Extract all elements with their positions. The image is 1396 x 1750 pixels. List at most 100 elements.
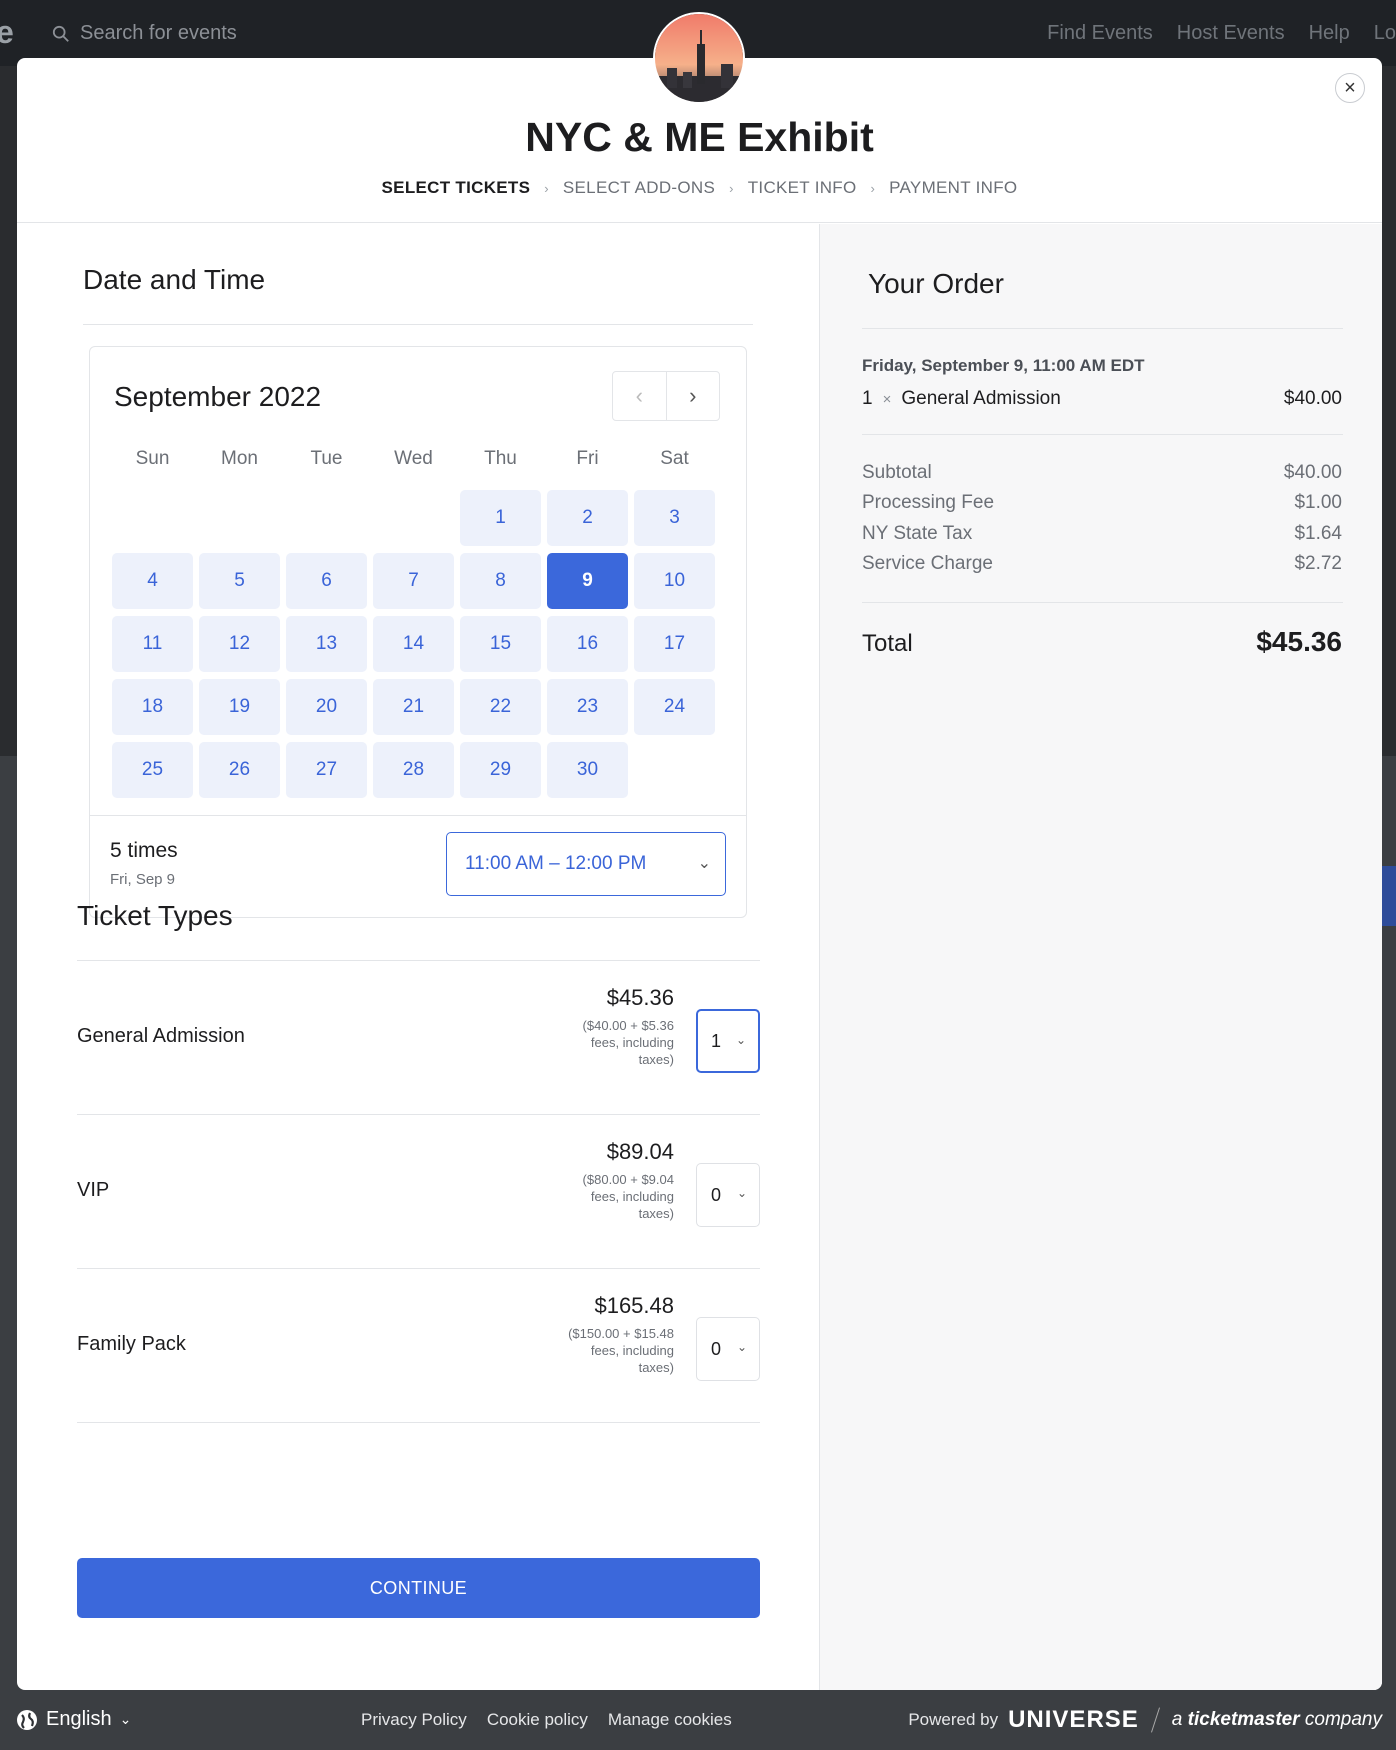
calendar-day[interactable]: 15	[460, 616, 541, 672]
calendar-day[interactable]: 12	[199, 616, 280, 672]
calendar-day[interactable]: 18	[112, 679, 193, 735]
calendar-day[interactable]: 27	[286, 742, 367, 798]
chevron-down-icon: ⌄	[735, 1033, 746, 1047]
calendar-day[interactable]: 2	[547, 490, 628, 546]
step-ticket-info: TICKET INFO	[747, 178, 857, 197]
quantity-select[interactable]: 1 ⌄	[696, 1009, 760, 1073]
fee-value: $2.72	[1294, 553, 1342, 574]
calendar-day[interactable]: 3	[634, 490, 715, 546]
ticket-price: $45.36	[606, 985, 674, 1010]
order-line-item: 1 × General Admission $40.00	[862, 388, 1342, 410]
close-icon: ×	[1344, 76, 1356, 99]
ticket-name: General Admission	[77, 1025, 245, 1047]
chevron-down-icon: ⌄	[736, 1340, 747, 1354]
ticket-fee-note: ($150.00 + $15.48 fees, including taxes)	[568, 1326, 674, 1375]
calendar-day[interactable]: 6	[286, 553, 367, 609]
chevron-down-icon: ⌄	[736, 1186, 747, 1200]
calendar-day[interactable]: 16	[547, 616, 628, 672]
calendar-empty-cell	[373, 490, 454, 546]
company-prefix: a	[1171, 1709, 1183, 1730]
fee-row: NY State Tax $1.64	[862, 523, 1342, 545]
ticket-types-heading: Ticket Types	[77, 900, 233, 931]
calendar-day[interactable]: 17	[634, 616, 715, 672]
fee-value: $1.00	[1294, 492, 1342, 513]
weekday-header: Sun Mon Tue Wed Thu Fri Sat	[112, 442, 718, 476]
calendar-day[interactable]: 11	[112, 616, 193, 672]
calendar-empty-cell	[199, 490, 280, 546]
ticketmaster-logo: a ticketmaster company	[1172, 1709, 1382, 1731]
calendar-day[interactable]: 21	[373, 679, 454, 735]
chevron-right-icon: ›	[689, 383, 697, 408]
calendar-day[interactable]: 4	[112, 553, 193, 609]
weekday-label: Sat	[660, 448, 689, 469]
date-time-heading: Date and Time	[83, 264, 266, 295]
calendar-day[interactable]: 20	[286, 679, 367, 735]
background-nav-item: Lo	[1373, 22, 1396, 44]
calendar-day[interactable]: 19	[199, 679, 280, 735]
ticket-fee-note: ($80.00 + $9.04 fees, including taxes)	[582, 1172, 674, 1221]
ticket-fee-note: ($40.00 + $5.36 fees, including taxes)	[582, 1018, 674, 1067]
fee-label: Processing Fee	[862, 492, 995, 513]
step-select-tickets: SELECT TICKETS	[381, 178, 531, 197]
calendar-day[interactable]: 29	[460, 742, 541, 798]
calendar-day[interactable]: 30	[547, 742, 628, 798]
calendar-day[interactable]: 24	[634, 679, 715, 735]
calendar-day[interactable]: 5	[199, 553, 280, 609]
weekday-label: Fri	[576, 448, 599, 469]
calendar-nav: ‹ ›	[612, 371, 720, 421]
powered-by-label: Powered by	[908, 1710, 999, 1729]
order-line-price: $40.00	[1283, 388, 1342, 409]
background-search: Search for events	[52, 22, 237, 45]
calendar-day-selected[interactable]: 9	[547, 553, 628, 609]
continue-button[interactable]: CONTINUE	[77, 1558, 760, 1618]
previous-month-button[interactable]: ‹	[613, 372, 667, 420]
calendar-grid: Sun Mon Tue Wed Thu Fri Sat 1 2 3 4 5 6 7 8 9 10 11 12 13 1…	[112, 442, 718, 798]
cookie-policy-link[interactable]: Cookie policy	[487, 1710, 588, 1730]
quantity-value: 0	[711, 1184, 722, 1205]
quantity-select[interactable]: 0 ⌄	[696, 1163, 760, 1227]
calendar-day[interactable]: 28	[373, 742, 454, 798]
calendar-day[interactable]: 8	[460, 553, 541, 609]
footer-links: Privacy Policy Cookie policy Manage cook…	[361, 1710, 732, 1730]
time-slot-select[interactable]: 11:00 AM – 12:00 PM ⌄	[446, 832, 726, 896]
ticket-price: $89.04	[606, 1139, 674, 1164]
event-title: NYC & ME Exhibit	[525, 114, 874, 160]
calendar-day[interactable]: 25	[112, 742, 193, 798]
quantity-select[interactable]: 0 ⌄	[696, 1317, 760, 1381]
modal-header: NYC & ME Exhibit × SELECT TICKETS › SELE…	[17, 12, 1382, 223]
selection-column: Date and Time September 2022 ‹ › Sun Mon T…	[17, 224, 819, 1690]
calendar-day[interactable]: 7	[373, 553, 454, 609]
ticket-row: General Admission $45.36 ($40.00 + $5.36…	[77, 961, 760, 1115]
calendar-day[interactable]: 1	[460, 490, 541, 546]
calendar-day[interactable]: 13	[286, 616, 367, 672]
fee-row: Subtotal $40.00	[862, 462, 1342, 484]
universe-logo: UNIVERSE	[1008, 1706, 1139, 1733]
ticket-row: VIP $89.04 ($80.00 + $9.04 fees, includi…	[77, 1115, 760, 1269]
step-payment-info: PAYMENT INFO	[889, 178, 1018, 197]
calendar-day[interactable]: 10	[634, 553, 715, 609]
next-month-button[interactable]: ›	[667, 372, 720, 420]
total-label: Total	[862, 630, 913, 657]
calendar-day[interactable]: 26	[199, 742, 280, 798]
order-line-qty: 1	[862, 388, 873, 409]
language-select[interactable]: English ⌄	[16, 1708, 131, 1731]
ticket-name: VIP	[77, 1179, 110, 1201]
order-summary: Your Order Friday, September 9, 11:00 AM…	[819, 224, 1382, 1690]
manage-cookies-link[interactable]: Manage cookies	[608, 1710, 732, 1730]
calendar-empty-cell	[112, 490, 193, 546]
fee-value: $40.00	[1283, 462, 1342, 483]
calendar-day[interactable]: 22	[460, 679, 541, 735]
background-nav-item: Find Events	[1047, 22, 1153, 44]
chevron-right-icon: ›	[870, 180, 876, 196]
order-line-name: General Admission	[901, 388, 1061, 409]
background-nav-item: Host Events	[1176, 22, 1285, 44]
fee-label: Subtotal	[862, 462, 932, 483]
privacy-policy-link[interactable]: Privacy Policy	[361, 1710, 467, 1730]
fee-value: $1.64	[1294, 523, 1342, 544]
calendar-day[interactable]: 14	[373, 616, 454, 672]
order-heading: Your Order	[868, 268, 1004, 299]
chevron-down-icon: ⌄	[697, 855, 711, 872]
ticket-name: Family Pack	[77, 1333, 186, 1355]
close-button[interactable]: ×	[1335, 73, 1365, 103]
calendar-day[interactable]: 23	[547, 679, 628, 735]
